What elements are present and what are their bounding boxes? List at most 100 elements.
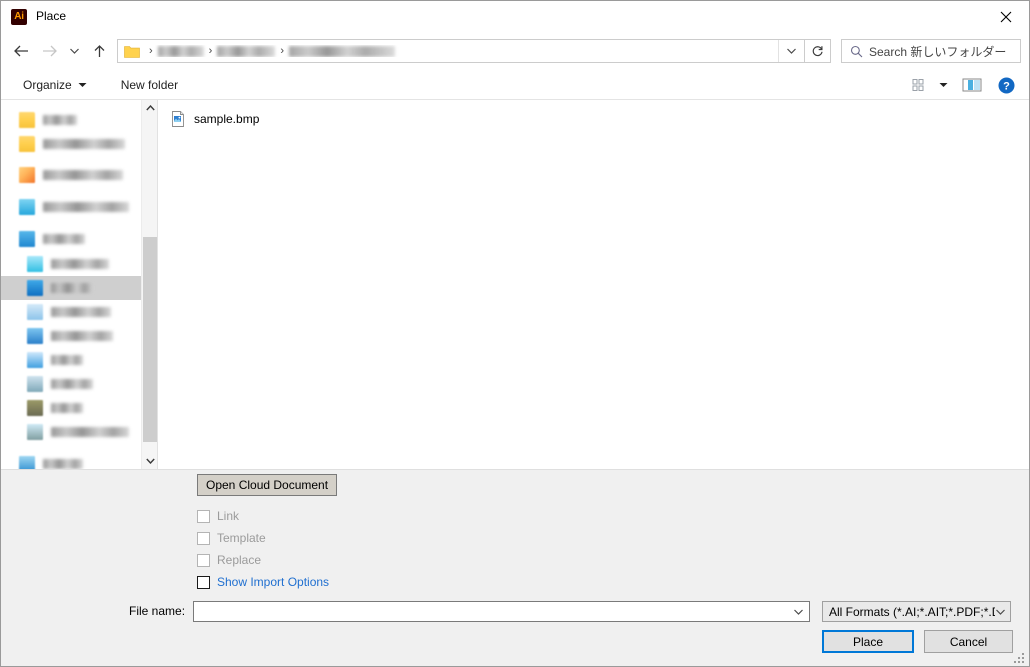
sidebar-item-label [51,355,83,365]
sidebar-item-label [43,234,85,244]
sidebar-item[interactable] [1,227,141,251]
refresh-button[interactable] [805,39,831,63]
this-pc-icon [19,231,35,247]
file-list-pane[interactable]: sample.bmp [158,100,1029,469]
up-arrow-icon [92,44,107,59]
chevron-down-icon [69,47,80,55]
sidebar-item[interactable] [1,163,141,187]
bitmap-file-icon [170,111,186,127]
forward-button[interactable] [35,36,63,66]
search-input[interactable]: Search 新しいフォルダー [869,43,1006,60]
breadcrumb-separator: › [280,45,284,57]
command-bar-right-group: ? [909,70,1021,100]
template-checkbox [197,532,210,545]
file-name-input[interactable] [193,601,810,622]
sidebar-item-label [51,331,113,341]
caret-down-icon [78,82,87,88]
recent-locations-button[interactable] [63,36,85,66]
open-cloud-document-label: Open Cloud Document [206,478,328,492]
cancel-button-label: Cancel [950,635,987,649]
place-button-label: Place [853,635,883,649]
place-dialog: Ai Place [0,0,1030,667]
link-label: Link [217,509,239,523]
file-name-label-text: File name: [129,604,185,618]
sidebar-item-label [51,307,111,317]
view-options-dropdown[interactable] [933,72,953,98]
checkbox-show-import-options[interactable]: Show Import Options [197,573,329,591]
view-options-button[interactable] [909,72,933,98]
scrollbar-thumb[interactable] [143,237,157,442]
music-icon [27,352,43,368]
sidebar-item-label [43,139,125,149]
file-type-dropdown[interactable]: All Formats (*.AI;*.AIT;*.PDF;*.D [822,601,1011,622]
new-folder-button[interactable]: New folder [115,73,184,97]
breadcrumb-separator: › [149,45,153,57]
cancel-button[interactable]: Cancel [924,630,1013,653]
search-box[interactable]: Search 新しいフォルダー [841,39,1021,63]
sidebar-item[interactable] [1,276,141,300]
close-button[interactable] [983,1,1029,32]
sidebar-item[interactable] [1,195,141,219]
template-label: Template [217,531,266,545]
chevron-down-icon [786,47,797,55]
sidebar-item[interactable] [1,252,141,276]
sidebar-item-label [51,379,93,389]
file-name-dropdown-button[interactable] [793,608,804,616]
organize-label: Organize [23,78,72,92]
sidebar-item-label [51,403,83,413]
navigation-bar: › › › Search 新し [1,32,1029,70]
sidebar-item-label [51,259,109,269]
window-title: Place [36,1,66,32]
sidebar-item[interactable] [1,420,141,444]
breadcrumb-separator: › [209,45,213,57]
back-button[interactable] [7,36,35,66]
open-cloud-document-button[interactable]: Open Cloud Document [197,474,337,496]
scroll-up-button[interactable] [142,100,158,116]
videos-icon [27,400,43,416]
sidebar-item[interactable] [1,452,141,469]
desktop-icon [27,280,43,296]
resize-grip-icon[interactable] [1014,651,1026,663]
organize-button[interactable]: Organize [17,73,93,97]
address-bar[interactable]: › › › [117,39,805,63]
onedrive-work-icon [19,199,35,215]
sidebar-item[interactable] [1,108,141,132]
search-icon [850,45,863,58]
breadcrumb: › › › [144,45,778,57]
sidebar-item-label [51,427,129,437]
navigation-scrollbar[interactable] [141,100,157,469]
sidebar-item[interactable] [1,348,141,372]
show-import-options-label[interactable]: Show Import Options [217,575,329,589]
sidebar-item[interactable] [1,132,141,156]
sidebar-item[interactable] [1,300,141,324]
chevron-down-icon [995,608,1006,616]
scroll-down-icon [146,458,155,464]
command-bar: Organize New folder [1,70,1029,100]
file-type-value: All Formats (*.AI;*.AIT;*.PDF;*.D [829,605,995,619]
sidebar-item[interactable] [1,324,141,348]
checkbox-template: Template [197,529,266,547]
view-options-icon [912,78,930,92]
show-import-options-checkbox[interactable] [197,576,210,589]
breadcrumb-item-3[interactable] [289,46,395,57]
onedrive-icon [19,167,35,183]
chevron-down-icon [793,608,804,616]
list-item[interactable]: sample.bmp [158,108,398,130]
preview-pane-button[interactable] [953,72,991,98]
help-icon: ? [998,77,1015,94]
sidebar-item[interactable] [1,396,141,420]
help-button[interactable]: ? [991,72,1021,98]
address-dropdown-button[interactable] [778,40,804,62]
replace-label: Replace [217,553,261,567]
title-bar: Ai Place [1,1,1029,32]
sidebar-item[interactable] [1,372,141,396]
network-icon [19,456,35,469]
place-button[interactable]: Place [822,630,914,653]
folder-icon [124,44,140,58]
scroll-down-button[interactable] [142,453,158,469]
scroll-up-icon [146,105,155,111]
navigation-pane [1,100,158,469]
up-button[interactable] [85,36,113,66]
breadcrumb-item-2[interactable] [217,46,275,57]
breadcrumb-item-1[interactable] [158,46,204,57]
